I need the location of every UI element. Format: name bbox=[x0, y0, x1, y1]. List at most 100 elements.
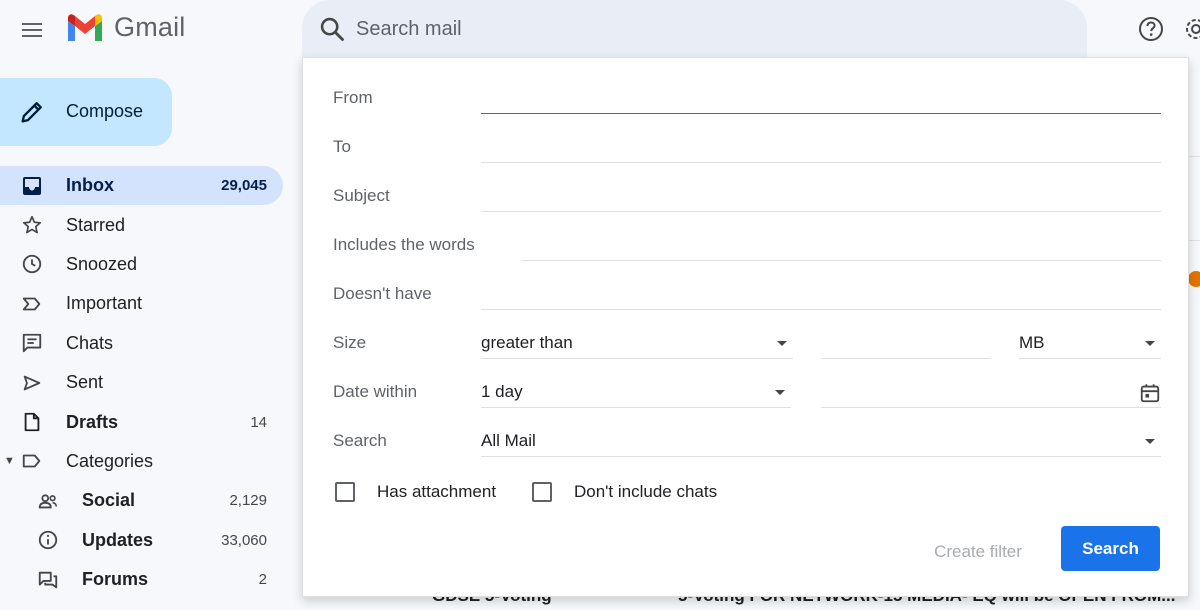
to-row: To bbox=[333, 133, 1161, 163]
clock-icon bbox=[20, 252, 44, 276]
search-icon[interactable] bbox=[318, 15, 346, 43]
search-scope-dropdown[interactable]: All Mail bbox=[481, 427, 1161, 457]
subject-row: Subject bbox=[333, 182, 1161, 212]
size-unit-dropdown[interactable]: MB bbox=[1019, 329, 1161, 359]
dropdown-arrow-icon bbox=[1145, 341, 1155, 346]
search-bar bbox=[302, 0, 1087, 58]
from-label: From bbox=[333, 88, 373, 107]
sidebar-item-forums[interactable]: Forums 2 bbox=[0, 560, 283, 599]
sidebar-item-social[interactable]: Social 2,129 bbox=[0, 481, 283, 520]
sidebar-item-label: Inbox bbox=[66, 175, 114, 196]
gmail-app: Gmail Compose Inbox 29,045 bbox=[0, 0, 1200, 610]
help-icon[interactable] bbox=[1135, 13, 1167, 45]
expand-caret-icon[interactable]: ▼ bbox=[4, 455, 15, 467]
category-count: 2,129 bbox=[229, 492, 267, 510]
sidebar-item-label: Forums bbox=[82, 569, 149, 590]
draft-icon bbox=[20, 410, 44, 434]
dropdown-arrow-icon bbox=[777, 341, 787, 346]
send-icon bbox=[20, 371, 44, 395]
search-scope-row: Search All Mail bbox=[333, 427, 1161, 457]
label-icon bbox=[20, 449, 44, 473]
sidebar-item-inbox[interactable]: Inbox 29,045 bbox=[0, 166, 283, 206]
subject-label: Subject bbox=[333, 186, 390, 205]
unread-count: 29,045 bbox=[221, 177, 267, 195]
calendar-icon[interactable] bbox=[1139, 382, 1161, 404]
sidebar-item-label: Updates bbox=[82, 529, 154, 550]
size-operator-value: greater than bbox=[481, 333, 573, 352]
date-row: Date within 1 day bbox=[333, 378, 1161, 408]
chat-icon bbox=[20, 331, 44, 355]
from-row: From bbox=[333, 84, 1161, 114]
sidebar-item-label: Snoozed bbox=[66, 253, 138, 274]
sidebar-nav: Inbox 29,045 Starred Snoozed Important C… bbox=[0, 166, 283, 599]
size-unit-value: MB bbox=[1019, 333, 1045, 352]
date-within-label: Date within bbox=[333, 382, 418, 401]
gmail-wordmark: Gmail bbox=[114, 12, 186, 42]
advanced-search-panel: From To Subject Includes the words Doesn… bbox=[302, 57, 1189, 597]
category-count: 33,060 bbox=[221, 531, 267, 549]
status-dot-icon bbox=[1188, 271, 1200, 287]
to-label: To bbox=[333, 137, 351, 156]
sidebar-item-label: Important bbox=[66, 293, 143, 314]
important-icon bbox=[20, 292, 44, 316]
sidebar-item-snoozed[interactable]: Snoozed bbox=[0, 245, 283, 284]
search-scope-value: All Mail bbox=[481, 431, 536, 450]
size-value-field[interactable] bbox=[821, 329, 991, 359]
includes-row: Includes the words bbox=[333, 231, 1161, 261]
settings-gear-icon[interactable] bbox=[1180, 13, 1200, 45]
from-field[interactable] bbox=[481, 84, 1161, 114]
sidebar-item-label: Drafts bbox=[66, 411, 119, 432]
people-icon bbox=[36, 489, 60, 513]
search-input[interactable] bbox=[356, 14, 956, 44]
has-attachment-label: Has attachment bbox=[377, 482, 497, 501]
info-icon bbox=[36, 528, 60, 552]
sidebar-item-categories[interactable]: ▼ Categories bbox=[0, 442, 283, 481]
create-filter-button[interactable]: Create filter bbox=[921, 538, 1035, 566]
gmail-logo[interactable]: Gmail bbox=[66, 12, 186, 43]
doesnt-have-label: Doesn't have bbox=[333, 284, 432, 303]
sidebar-item-label: Chats bbox=[66, 332, 114, 353]
star-icon bbox=[20, 213, 44, 237]
sidebar-item-important[interactable]: Important bbox=[0, 284, 283, 323]
gmail-m-icon bbox=[68, 13, 102, 41]
hamburger-menu-icon bbox=[22, 23, 42, 37]
date-within-dropdown[interactable]: 1 day bbox=[481, 378, 791, 408]
subject-field[interactable] bbox=[481, 182, 1161, 212]
has-attachment-checkbox[interactable]: Has attachment bbox=[335, 480, 496, 504]
sidebar-item-updates[interactable]: Updates 33,060 bbox=[0, 521, 283, 560]
sidebar-item-drafts[interactable]: Drafts 14 bbox=[0, 402, 283, 441]
sidebar-item-label: Social bbox=[82, 490, 136, 511]
sidebar-item-sent[interactable]: Sent bbox=[0, 363, 283, 402]
divider bbox=[1189, 240, 1200, 241]
to-field[interactable] bbox=[481, 133, 1161, 163]
search-button[interactable]: Search bbox=[1061, 526, 1160, 571]
sidebar-item-label: Starred bbox=[66, 214, 126, 235]
doesnt-have-row: Doesn't have bbox=[333, 280, 1161, 310]
search-scope-label: Search bbox=[333, 431, 387, 450]
size-operator-dropdown[interactable]: greater than bbox=[481, 329, 793, 359]
checkbox-icon bbox=[532, 482, 552, 502]
inbox-icon bbox=[20, 174, 44, 198]
pencil-icon bbox=[21, 102, 42, 123]
size-row: Size greater than MB bbox=[333, 329, 1161, 359]
main-menu-button[interactable] bbox=[14, 12, 50, 48]
checkbox-icon bbox=[335, 482, 355, 502]
includes-words-label: Includes the words bbox=[333, 235, 475, 254]
forum-icon bbox=[36, 568, 60, 592]
date-field[interactable] bbox=[821, 378, 1161, 408]
sidebar-item-chats[interactable]: Chats bbox=[0, 324, 283, 363]
includes-words-field[interactable] bbox=[521, 231, 1161, 261]
sidebar-item-label: Sent bbox=[66, 372, 104, 393]
dropdown-arrow-icon bbox=[1145, 439, 1155, 444]
divider bbox=[1189, 156, 1200, 157]
sidebar-item-starred[interactable]: Starred bbox=[0, 205, 283, 244]
draft-count: 14 bbox=[250, 413, 267, 431]
dont-include-chats-checkbox[interactable]: Don't include chats bbox=[532, 480, 717, 504]
date-within-value: 1 day bbox=[481, 382, 523, 401]
dropdown-arrow-icon bbox=[775, 390, 785, 395]
compose-button[interactable]: Compose bbox=[0, 78, 172, 146]
sidebar-item-label: Categories bbox=[66, 450, 154, 471]
size-label: Size bbox=[333, 333, 367, 352]
doesnt-have-field[interactable] bbox=[481, 280, 1161, 310]
compose-label: Compose bbox=[66, 101, 144, 121]
